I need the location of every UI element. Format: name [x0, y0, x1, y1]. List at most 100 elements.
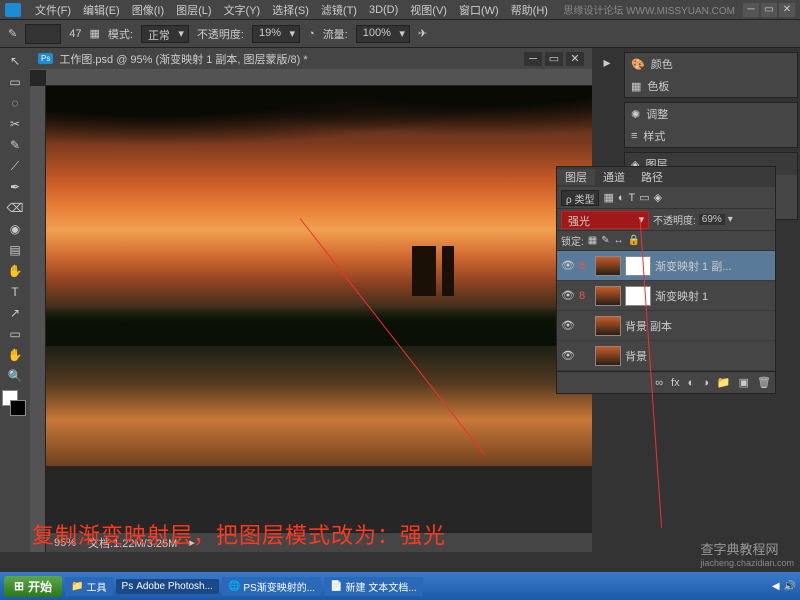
layer-mask-thumbnail[interactable] [625, 256, 651, 276]
eraser-tool[interactable]: ⌫ [3, 198, 27, 218]
layer-name[interactable]: 渐变映射 1 [655, 288, 771, 304]
layer-opacity-value[interactable]: 69% [699, 214, 725, 225]
background-color[interactable] [10, 400, 26, 416]
ruler-vertical[interactable] [30, 86, 46, 552]
tab-channels[interactable]: 通道 [595, 169, 633, 185]
panel-color[interactable]: 🎨颜色 [625, 53, 797, 75]
trash-icon[interactable]: 🗑 [757, 376, 771, 389]
menu-window[interactable]: 窗口(W) [453, 2, 505, 18]
brush-size[interactable]: 47 [69, 28, 81, 40]
lock-transparent-icon[interactable]: ▦ [588, 235, 597, 246]
link-icon[interactable]: 8 [579, 260, 591, 272]
menu-type[interactable]: 文字(Y) [218, 2, 267, 18]
taskbar-item[interactable]: 📄新建 文本文档... [324, 577, 423, 596]
tab-layers[interactable]: 图层 [557, 169, 595, 185]
layer-mask-thumbnail[interactable] [625, 286, 651, 306]
menu-filter[interactable]: 滤镜(T) [315, 2, 363, 18]
marquee-tool[interactable]: ▭ [3, 72, 27, 92]
opacity-dropdown[interactable]: 19% [252, 25, 300, 43]
tab-paths[interactable]: 路径 [633, 169, 671, 185]
filter-kind-dropdown[interactable]: ρ 类型 [561, 190, 599, 206]
crop-tool[interactable]: ✂ [3, 114, 27, 134]
layer-thumbnail[interactable] [595, 286, 621, 306]
canvas-area[interactable] [46, 86, 592, 532]
brush-preview[interactable] [25, 24, 61, 44]
folder-icon[interactable]: 📁 [717, 376, 731, 389]
lasso-tool[interactable]: ◌ [3, 93, 27, 113]
stamp-tool[interactable]: ✒ [3, 177, 27, 197]
filter-adjust-icon[interactable]: ◐ [618, 192, 625, 204]
layer-name[interactable]: 渐变映射 1 副... [655, 258, 771, 274]
brush-tool[interactable]: ⟋ [3, 156, 27, 176]
menu-image[interactable]: 图像(I) [126, 2, 170, 18]
menu-help[interactable]: 帮助(H) [505, 2, 554, 18]
chevron-down-icon[interactable]: ▾ [728, 214, 733, 225]
panel-swatches[interactable]: ▦色板 [625, 75, 797, 97]
menu-view[interactable]: 视图(V) [404, 2, 453, 18]
hand-tool[interactable]: ✋ [3, 345, 27, 365]
lock-position-icon[interactable]: ↔ [614, 235, 624, 246]
taskbar-item[interactable]: PsAdobe Photosh... [116, 579, 219, 594]
path-tool[interactable]: ↗ [3, 303, 27, 323]
taskbar-item[interactable]: 🌐PS渐变映射的... [222, 577, 321, 596]
taskbar-item[interactable]: 📁工具 [65, 577, 112, 596]
mode-dropdown[interactable]: 正常 [141, 25, 189, 43]
filter-smart-icon[interactable]: ◈ [654, 191, 662, 204]
layer-thumbnail[interactable] [595, 316, 621, 336]
link-icon[interactable]: 8 [579, 290, 591, 302]
layer-thumbnail[interactable] [595, 256, 621, 276]
close-button[interactable]: ✕ [779, 3, 795, 17]
doc-close-button[interactable]: ✕ [566, 52, 584, 66]
history-icon[interactable]: ▸ [603, 54, 610, 71]
system-tray[interactable]: ◀ 🔊 [772, 581, 796, 592]
filter-type-icon[interactable]: T [629, 192, 636, 204]
start-button[interactable]: ⊞ 开始 [4, 576, 62, 597]
visibility-icon[interactable]: 👁 [561, 319, 575, 332]
move-tool[interactable]: ↖ [3, 51, 27, 71]
layer-row[interactable]: 👁 8 渐变映射 1 副... [557, 251, 775, 281]
blur-tool[interactable]: ▤ [3, 240, 27, 260]
pen-tool[interactable]: ✋ [3, 261, 27, 281]
menu-select[interactable]: 选择(S) [266, 2, 315, 18]
airbrush-icon[interactable]: ✈ [418, 27, 427, 40]
adjustment-icon[interactable]: ◑ [702, 377, 709, 389]
eyedropper-tool[interactable]: ✎ [3, 135, 27, 155]
color-swatches[interactable] [2, 390, 28, 420]
layer-row[interactable]: 👁 背景 [557, 341, 775, 371]
menu-edit[interactable]: 编辑(E) [77, 2, 126, 18]
visibility-icon[interactable]: 👁 [561, 349, 575, 362]
panel-styles[interactable]: ≡样式 [625, 125, 797, 147]
doc-restore-button[interactable]: ▭ [545, 52, 563, 66]
layer-thumbnail[interactable] [595, 346, 621, 366]
brush-settings-icon[interactable]: ▦ [89, 27, 99, 40]
ruler-horizontal[interactable] [46, 70, 592, 86]
panel-adjustments[interactable]: ✺调整 [625, 103, 797, 125]
doc-minimize-button[interactable]: ─ [524, 52, 542, 66]
mask-icon[interactable]: ◐ [688, 377, 695, 389]
menu-3d[interactable]: 3D(D) [363, 4, 404, 16]
filter-shape-icon[interactable]: ▭ [639, 191, 649, 204]
maximize-button[interactable]: ▭ [761, 3, 777, 17]
fx-icon[interactable]: fx [671, 377, 680, 389]
blend-mode-dropdown[interactable]: 强光 [561, 211, 649, 229]
menu-layer[interactable]: 图层(L) [170, 2, 217, 18]
flow-dropdown[interactable]: 100% [356, 25, 410, 43]
gradient-tool[interactable]: ◉ [3, 219, 27, 239]
visibility-icon[interactable]: 👁 [561, 289, 575, 302]
zoom-tool[interactable]: 🔍 [3, 366, 27, 386]
lock-all-icon[interactable]: 🔒 [628, 235, 640, 246]
type-tool[interactable]: T [3, 282, 27, 302]
tray-icon[interactable]: 🔊 [784, 581, 796, 592]
link-layers-icon[interactable]: ∞ [655, 377, 663, 389]
filter-pixel-icon[interactable]: ▦ [603, 191, 613, 204]
layer-row[interactable]: 👁 背景 副本 [557, 311, 775, 341]
layer-name[interactable]: 背景 [625, 348, 771, 364]
menu-file[interactable]: 文件(F) [29, 2, 77, 18]
pressure-opacity-icon[interactable]: ◔ [308, 28, 315, 40]
minimize-button[interactable]: ─ [743, 3, 759, 17]
visibility-icon[interactable]: 👁 [561, 259, 575, 272]
layer-row[interactable]: 👁 8 渐变映射 1 [557, 281, 775, 311]
shape-tool[interactable]: ▭ [3, 324, 27, 344]
lock-paint-icon[interactable]: ✎ [601, 235, 609, 246]
new-layer-icon[interactable]: ▣ [739, 376, 749, 389]
